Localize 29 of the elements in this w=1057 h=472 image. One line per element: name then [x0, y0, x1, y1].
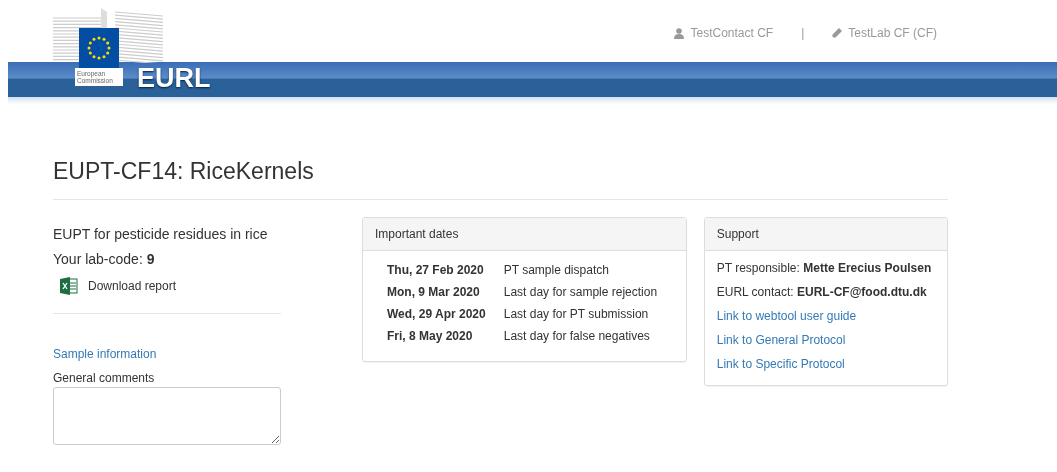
- general-comments-field[interactable]: [53, 387, 281, 445]
- sample-information-link[interactable]: Sample information: [53, 347, 157, 361]
- page-title: EUPT-CF14: RiceKernels: [53, 158, 948, 200]
- event-cell-text: Last day for PT submission: [502, 306, 650, 323]
- download-report-link[interactable]: Download report: [88, 279, 177, 293]
- event-cell-text: Last day for false negatives: [502, 328, 651, 345]
- event-cell-text: Last day for sample rejection: [502, 284, 659, 301]
- general-comments-label: General comments: [53, 371, 156, 385]
- user-icon: [674, 27, 685, 39]
- lab-code: Your lab-code: 9: [53, 251, 155, 267]
- date-cell-text: Mon, 9 Mar 2020: [386, 284, 481, 301]
- protocol-link[interactable]: Link to Specific Protocol: [716, 357, 845, 371]
- test-tube-icon: [832, 28, 843, 38]
- spreadsheet-icon: [60, 277, 78, 295]
- protocol-link[interactable]: Link to General Protocol: [716, 333, 846, 347]
- user-name[interactable]: TestContact CF: [690, 26, 774, 40]
- separator: |: [801, 26, 805, 40]
- lab-name[interactable]: TestLab CF (CF): [848, 26, 937, 40]
- support-info: EURL contact: EURL-CF@food.dtu.dk: [716, 285, 928, 299]
- panel-heading: Important dates: [363, 218, 686, 251]
- date-cell-text: Fri, 8 May 2020: [386, 328, 474, 345]
- protocol-link[interactable]: Link to webtool user guide: [716, 309, 857, 323]
- panel-heading: Support: [704, 218, 947, 251]
- logo-text: EURL: [137, 62, 211, 95]
- event-cell-text: PT sample dispatch: [502, 262, 610, 279]
- subtitle: EUPT for pesticide residues in rice: [53, 226, 269, 242]
- support-info: PT responsible: Mette Erecius Poulsen: [716, 261, 933, 275]
- date-cell-text: Thu, 27 Feb 2020: [386, 262, 485, 279]
- date-cell-text: Wed, 29 Apr 2020: [386, 306, 487, 323]
